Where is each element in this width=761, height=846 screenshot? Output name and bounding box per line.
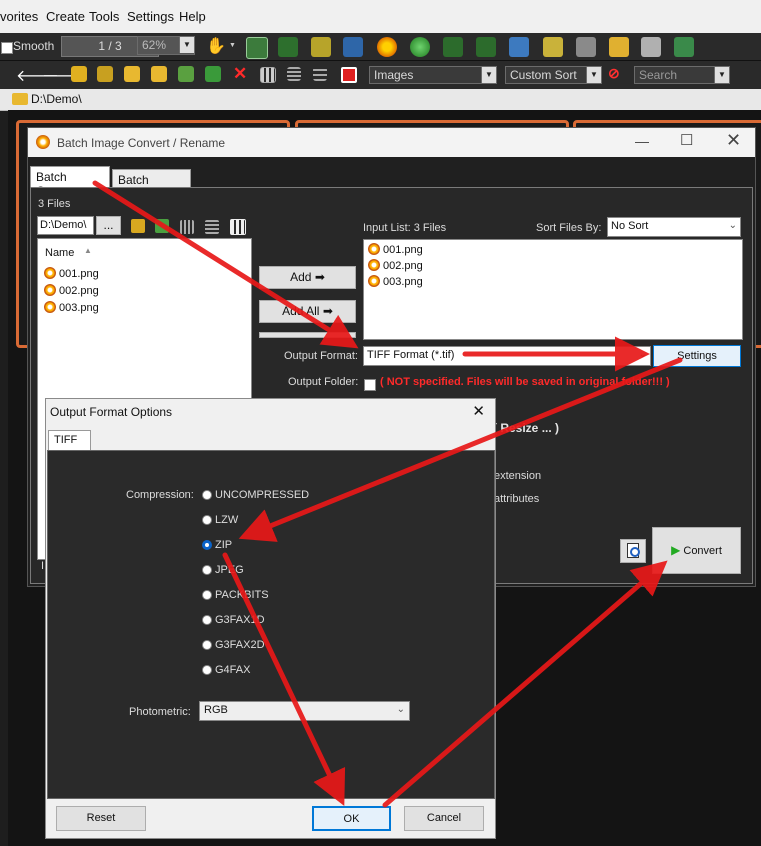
annotation-arrows	[92, 180, 683, 808]
annotation-arrow	[222, 552, 346, 807]
annotation-arrow	[238, 357, 683, 542]
annotation-arrow	[92, 180, 359, 349]
annotation-arrow	[382, 560, 668, 808]
